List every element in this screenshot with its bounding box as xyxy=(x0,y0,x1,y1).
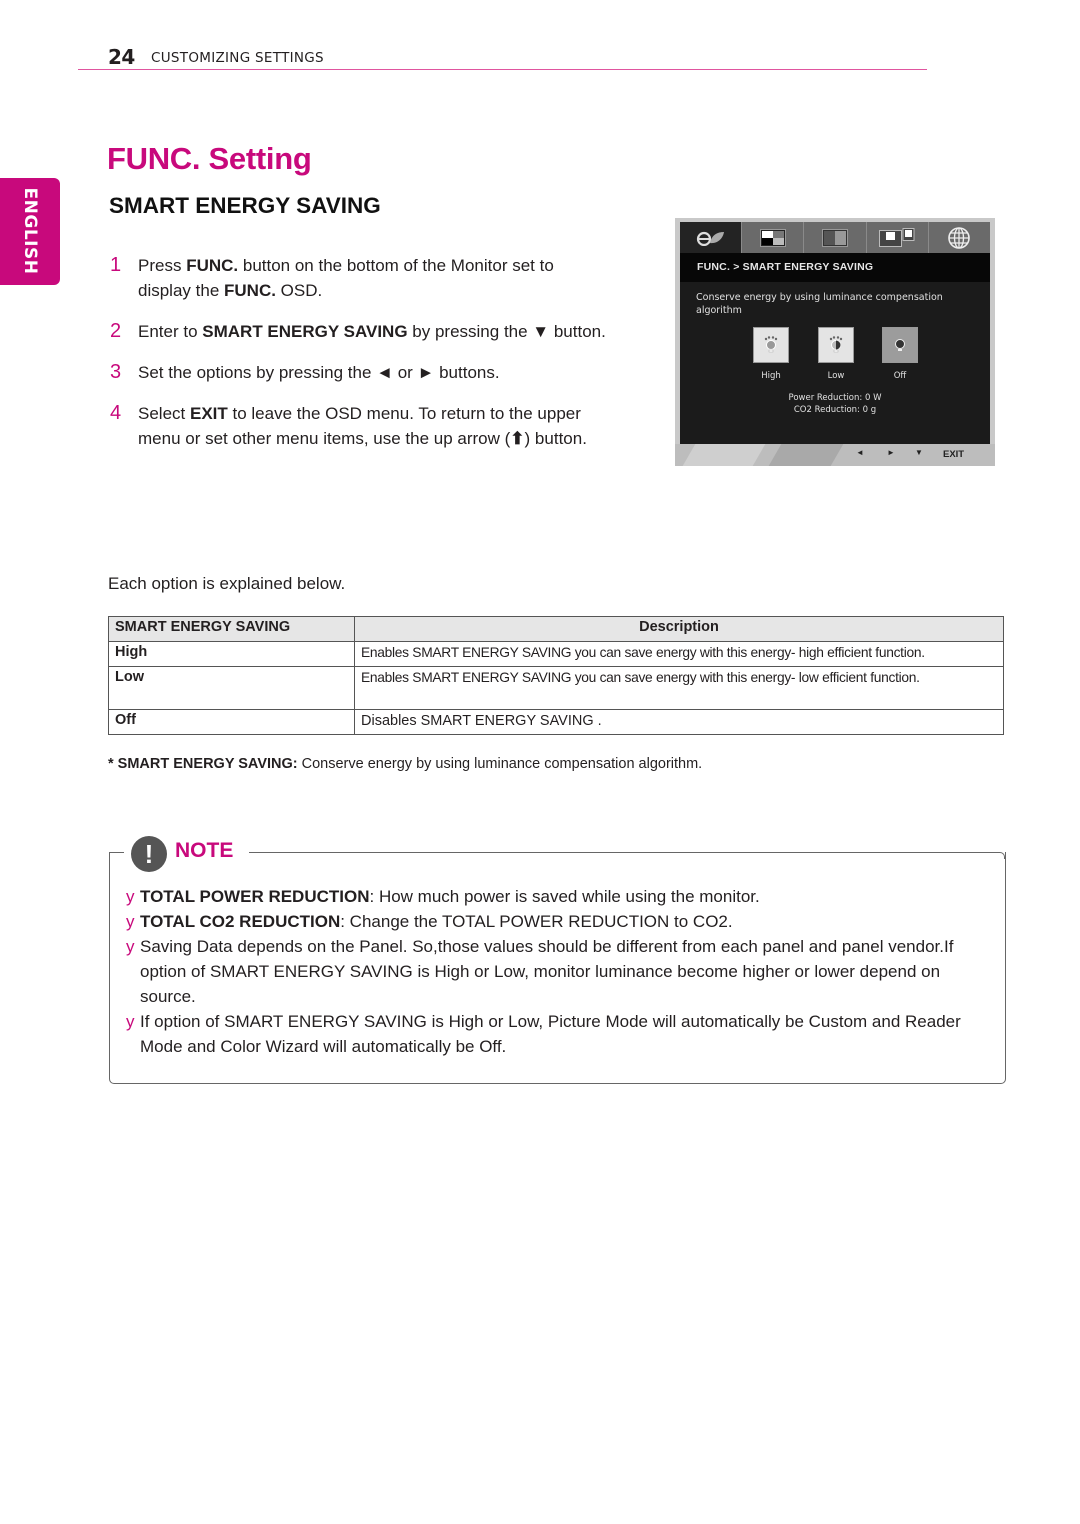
option-description: Disables SMART ENERGY SAVING . xyxy=(354,709,1004,735)
osd-option-high[interactable] xyxy=(753,327,789,363)
step-3: 3 Set the options by pressing the ◄ or ►… xyxy=(110,361,500,383)
osd-co2-reduction: CO2 Reduction: 0 g xyxy=(793,405,877,415)
language-label: ENGLISH xyxy=(20,187,40,275)
bulb-high-icon xyxy=(764,336,778,353)
note-item: y TOTAL POWER REDUCTION: How much power i… xyxy=(126,884,996,909)
table-header-row: SMART ENERGY SAVING Description xyxy=(108,616,1004,642)
bullet: y xyxy=(126,887,135,906)
options-table: SMART ENERGY SAVING Description High Ena… xyxy=(108,616,1004,735)
footnote: * SMART ENERGY SAVING: Conserve energy b… xyxy=(108,756,703,772)
page-title: FUNC. Setting xyxy=(107,141,312,176)
osd-tab-func[interactable] xyxy=(680,222,743,253)
note-list: y TOTAL POWER REDUCTION: How much power i… xyxy=(126,884,996,1059)
osd-tab-bar xyxy=(680,222,990,253)
osd-tab-picture[interactable] xyxy=(742,222,805,253)
color-icon xyxy=(822,228,848,247)
option-name: Low xyxy=(108,666,355,710)
option-name: Off xyxy=(108,709,355,735)
language-tab: ENGLISH xyxy=(0,178,60,285)
note-border xyxy=(109,852,124,853)
step-number: 2 xyxy=(110,320,122,342)
osd-option-label: High xyxy=(761,371,781,381)
step-number: 4 xyxy=(110,402,122,424)
osd-option-label: Low xyxy=(827,371,845,381)
bulb-low-icon xyxy=(829,336,843,353)
osd-exit-button[interactable]: EXIT xyxy=(943,449,964,460)
language-globe-icon xyxy=(948,226,971,249)
osd-option-low[interactable] xyxy=(818,327,854,363)
osd-power-reduction: Power Reduction: 0 W xyxy=(788,393,882,403)
option-description: Enables SMART ENERGY SAVING you can save… xyxy=(354,666,1004,710)
table-row: Low Enables SMART ENERGY SAVING you can … xyxy=(108,666,1004,710)
osd-right-button[interactable]: ► xyxy=(887,448,895,457)
table-header: SMART ENERGY SAVING xyxy=(108,616,355,642)
step-number: 3 xyxy=(110,361,122,383)
up-arrow-icon: ⬆ xyxy=(510,429,525,448)
osd-option-off[interactable] xyxy=(882,327,918,363)
osd-screenshot: FUNC. > SMART ENERGY SAVING Conserve ene… xyxy=(675,218,995,466)
page-header: 24 CUSTOMIZING SETTINGS xyxy=(78,45,927,70)
osd-tab-color[interactable] xyxy=(804,222,867,253)
step-4: 4 Select EXIT to leave the OSD menu. To … xyxy=(108,401,608,451)
osd-description: Conserve energy by using luminance compe… xyxy=(696,292,943,316)
step-1: 1 Press FUNC. button on the bottom of th… xyxy=(110,254,554,300)
bullet: y xyxy=(126,937,135,956)
osd-tab-pip[interactable] xyxy=(867,222,929,253)
exclamation-icon: ! xyxy=(131,836,167,872)
page-number: 24 xyxy=(108,45,135,69)
section-heading: SMART ENERGY SAVING xyxy=(109,193,381,218)
osd-button-bar: ◄ ► ▼ EXIT xyxy=(675,444,995,466)
explain-text: Each option is explained below. xyxy=(108,574,346,593)
osd-tab-language[interactable] xyxy=(929,222,990,253)
osd-option-label: Off xyxy=(893,371,907,381)
picture-icon xyxy=(759,228,786,247)
pip-icon xyxy=(879,227,915,247)
step-2: 2 Enter to SMART ENERGY SAVING by pressi… xyxy=(110,320,606,342)
bullet: y xyxy=(126,1012,135,1031)
eco-leaf-icon xyxy=(696,231,724,246)
step-number: 1 xyxy=(110,254,122,276)
bullet: y xyxy=(126,912,135,931)
note-item: y Saving Data depends on the Panel. So,th… xyxy=(126,934,996,1009)
note-item: y If option of SMART ENERGY SAVING is Hi… xyxy=(126,1009,996,1059)
note-item: y TOTAL CO2 REDUCTION: Change the TOTAL P… xyxy=(126,909,996,934)
osd-left-button[interactable]: ◄ xyxy=(856,448,864,457)
table-row: Off Disables SMART ENERGY SAVING . xyxy=(108,709,1004,735)
option-name: High xyxy=(108,641,355,667)
osd-down-button[interactable]: ▼ xyxy=(915,448,923,457)
section-title: CUSTOMIZING SETTINGS xyxy=(151,50,324,66)
steps-list: 1 Press FUNC. button on the bottom of th… xyxy=(108,253,608,467)
bulb-off-icon xyxy=(895,339,905,351)
note-label: NOTE xyxy=(175,839,234,862)
table-header: Description xyxy=(354,616,1004,642)
osd-breadcrumb: FUNC. > SMART ENERGY SAVING xyxy=(680,253,990,282)
option-description: Enables SMART ENERGY SAVING you can save… xyxy=(354,641,1004,667)
table-row: High Enables SMART ENERGY SAVING you can… xyxy=(108,641,1004,667)
note-border xyxy=(249,852,1005,859)
